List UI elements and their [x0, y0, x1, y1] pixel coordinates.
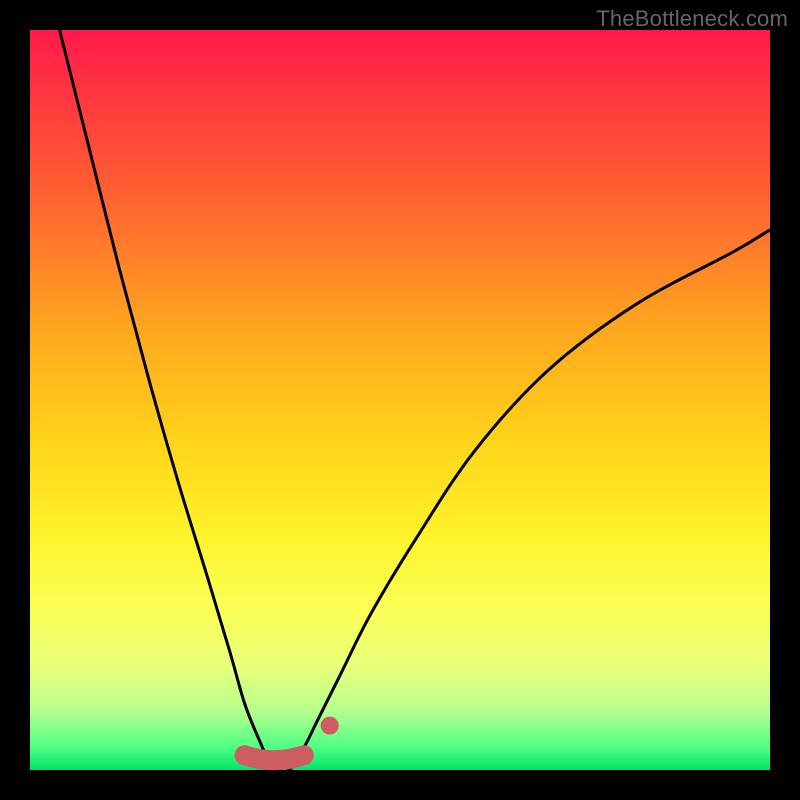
- chart-frame: TheBottleneck.com: [0, 0, 800, 800]
- bottleneck-curve: [60, 30, 770, 773]
- watermark-text: TheBottleneck.com: [596, 6, 788, 32]
- sweet-spot-segment: [245, 755, 304, 760]
- curve-layer: [30, 30, 770, 770]
- sweet-spot-dot: [321, 717, 339, 735]
